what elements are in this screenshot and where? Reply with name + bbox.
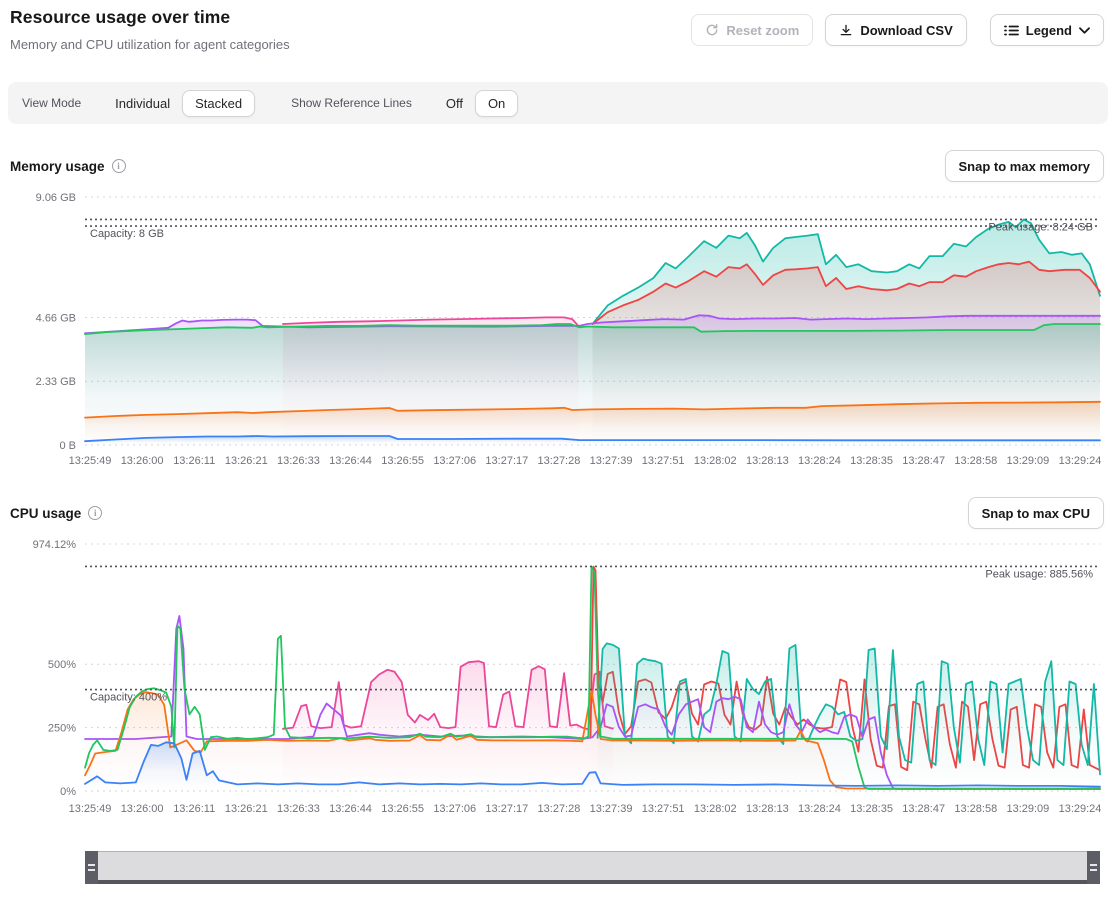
y-axis-tick: 9.06 GB [36, 192, 76, 204]
reset-zoom-button[interactable]: Reset zoom [691, 14, 813, 46]
chart-controls-bar: View Mode Individual Stacked Show Refere… [8, 82, 1108, 124]
x-axis-tick: 13:26:44 [329, 455, 372, 467]
y-axis-tick: 2.33 GB [36, 376, 76, 388]
x-axis-tick: 13:26:00 [121, 803, 164, 815]
x-axis-tick: 13:28:58 [954, 455, 997, 467]
snap-to-max-cpu-button[interactable]: Snap to max CPU [968, 497, 1104, 529]
x-axis-tick: 13:28:35 [850, 455, 893, 467]
reference-line-label: Capacity: 400% [90, 692, 167, 704]
x-axis-tick: 13:27:17 [485, 803, 528, 815]
x-axis-tick: 13:28:13 [746, 455, 789, 467]
x-axis-tick: 13:29:24 [1059, 803, 1102, 815]
cpu-section-header: CPU usage i Snap to max CPU [10, 497, 1104, 529]
reference-lines-on-option[interactable]: On [475, 90, 518, 117]
legend-label: Legend [1026, 23, 1072, 38]
x-axis-tick: 13:26:44 [329, 803, 372, 815]
x-axis-tick: 13:28:24 [798, 455, 841, 467]
view-mode-label: View Mode [22, 96, 81, 110]
x-axis-tick: 13:28:47 [902, 803, 945, 815]
x-axis-tick: 13:28:02 [694, 455, 737, 467]
reference-lines-label: Show Reference Lines [291, 96, 412, 110]
header-actions: Reset zoom Download CSV Legend [691, 14, 1104, 46]
x-axis-tick: 13:27:51 [642, 455, 685, 467]
x-axis-tick: 13:27:51 [642, 803, 685, 815]
reference-line-label: Peak usage: 8.24 GB [988, 221, 1093, 233]
x-axis-tick: 13:27:06 [433, 455, 476, 467]
x-axis-tick: 13:26:55 [381, 803, 424, 815]
download-icon [839, 23, 853, 37]
legend-button[interactable]: Legend [990, 14, 1104, 46]
view-mode-individual-option[interactable]: Individual [103, 91, 182, 116]
info-icon[interactable]: i [112, 159, 126, 173]
x-axis-tick: 13:28:02 [694, 803, 737, 815]
x-axis-tick: 13:28:24 [798, 803, 841, 815]
x-axis-tick: 13:27:17 [485, 455, 528, 467]
download-csv-button[interactable]: Download CSV [825, 14, 966, 46]
x-axis-tick: 13:27:28 [538, 455, 581, 467]
snap-to-max-memory-button[interactable]: Snap to max memory [945, 150, 1105, 182]
x-axis-tick: 13:26:55 [381, 455, 424, 467]
refresh-icon [705, 23, 719, 37]
x-axis-tick: 13:28:47 [902, 455, 945, 467]
x-axis-tick: 13:27:06 [433, 803, 476, 815]
x-axis-tick: 13:28:13 [746, 803, 789, 815]
x-axis-tick: 13:29:24 [1059, 455, 1102, 467]
reference-line-label: Capacity: 8 GB [90, 228, 164, 240]
memory-chart[interactable]: 9.06 GB 4.66 GB 2.33 GB 0 B 13:25:49 13:26:00… [0, 188, 1116, 478]
x-axis-tick: 13:26:21 [225, 455, 268, 467]
list-icon [1004, 24, 1019, 37]
y-axis-tick: 250% [48, 723, 76, 735]
time-range-brush[interactable] [85, 851, 1100, 884]
x-axis-tick: 13:27:28 [538, 803, 581, 815]
reset-zoom-label: Reset zoom [726, 23, 799, 38]
x-axis-tick: 13:26:33 [277, 455, 320, 467]
x-axis-tick: 13:26:11 [173, 803, 215, 815]
x-axis-tick: 13:29:09 [1006, 455, 1049, 467]
x-axis-tick: 13:28:58 [954, 803, 997, 815]
info-icon[interactable]: i [88, 506, 102, 520]
chevron-down-icon [1079, 27, 1090, 34]
cpu-section-title: CPU usage [10, 506, 81, 521]
x-axis-tick: 13:26:11 [173, 455, 215, 467]
page-title: Resource usage over time [10, 7, 230, 28]
y-axis-tick: 0% [60, 786, 76, 798]
y-axis-tick: 500% [48, 659, 76, 671]
brush-handle-right[interactable] [1087, 851, 1100, 884]
x-axis-tick: 13:26:21 [225, 803, 268, 815]
x-axis-tick: 13:26:00 [121, 455, 164, 467]
x-axis-tick: 13:26:33 [277, 803, 320, 815]
x-axis-tick: 13:25:49 [69, 803, 112, 815]
download-csv-label: Download CSV [860, 23, 952, 38]
page-subtitle: Memory and CPU utilization for agent cat… [10, 37, 290, 52]
reference-lines-off-option[interactable]: Off [434, 91, 475, 116]
memory-section-header: Memory usage i Snap to max memory [10, 150, 1104, 182]
cpu-chart[interactable]: 974.12% 500% 250% 0% 13:25:49 13:26:00 13:26:1… [0, 536, 1116, 826]
x-axis-tick: 13:27:39 [590, 455, 633, 467]
x-axis-tick: 13:25:49 [69, 455, 112, 467]
x-axis-tick: 13:27:39 [590, 803, 633, 815]
reference-line-label: Peak usage: 885.56% [985, 568, 1093, 580]
brush-handle-left[interactable] [85, 851, 98, 884]
view-mode-stacked-option[interactable]: Stacked [182, 90, 255, 117]
y-axis-tick: 0 B [59, 440, 76, 452]
y-axis-tick: 974.12% [33, 539, 77, 551]
memory-section-title: Memory usage [10, 159, 105, 174]
x-axis-tick: 13:28:35 [850, 803, 893, 815]
x-axis-tick: 13:29:09 [1006, 803, 1049, 815]
y-axis-tick: 4.66 GB [36, 312, 76, 324]
